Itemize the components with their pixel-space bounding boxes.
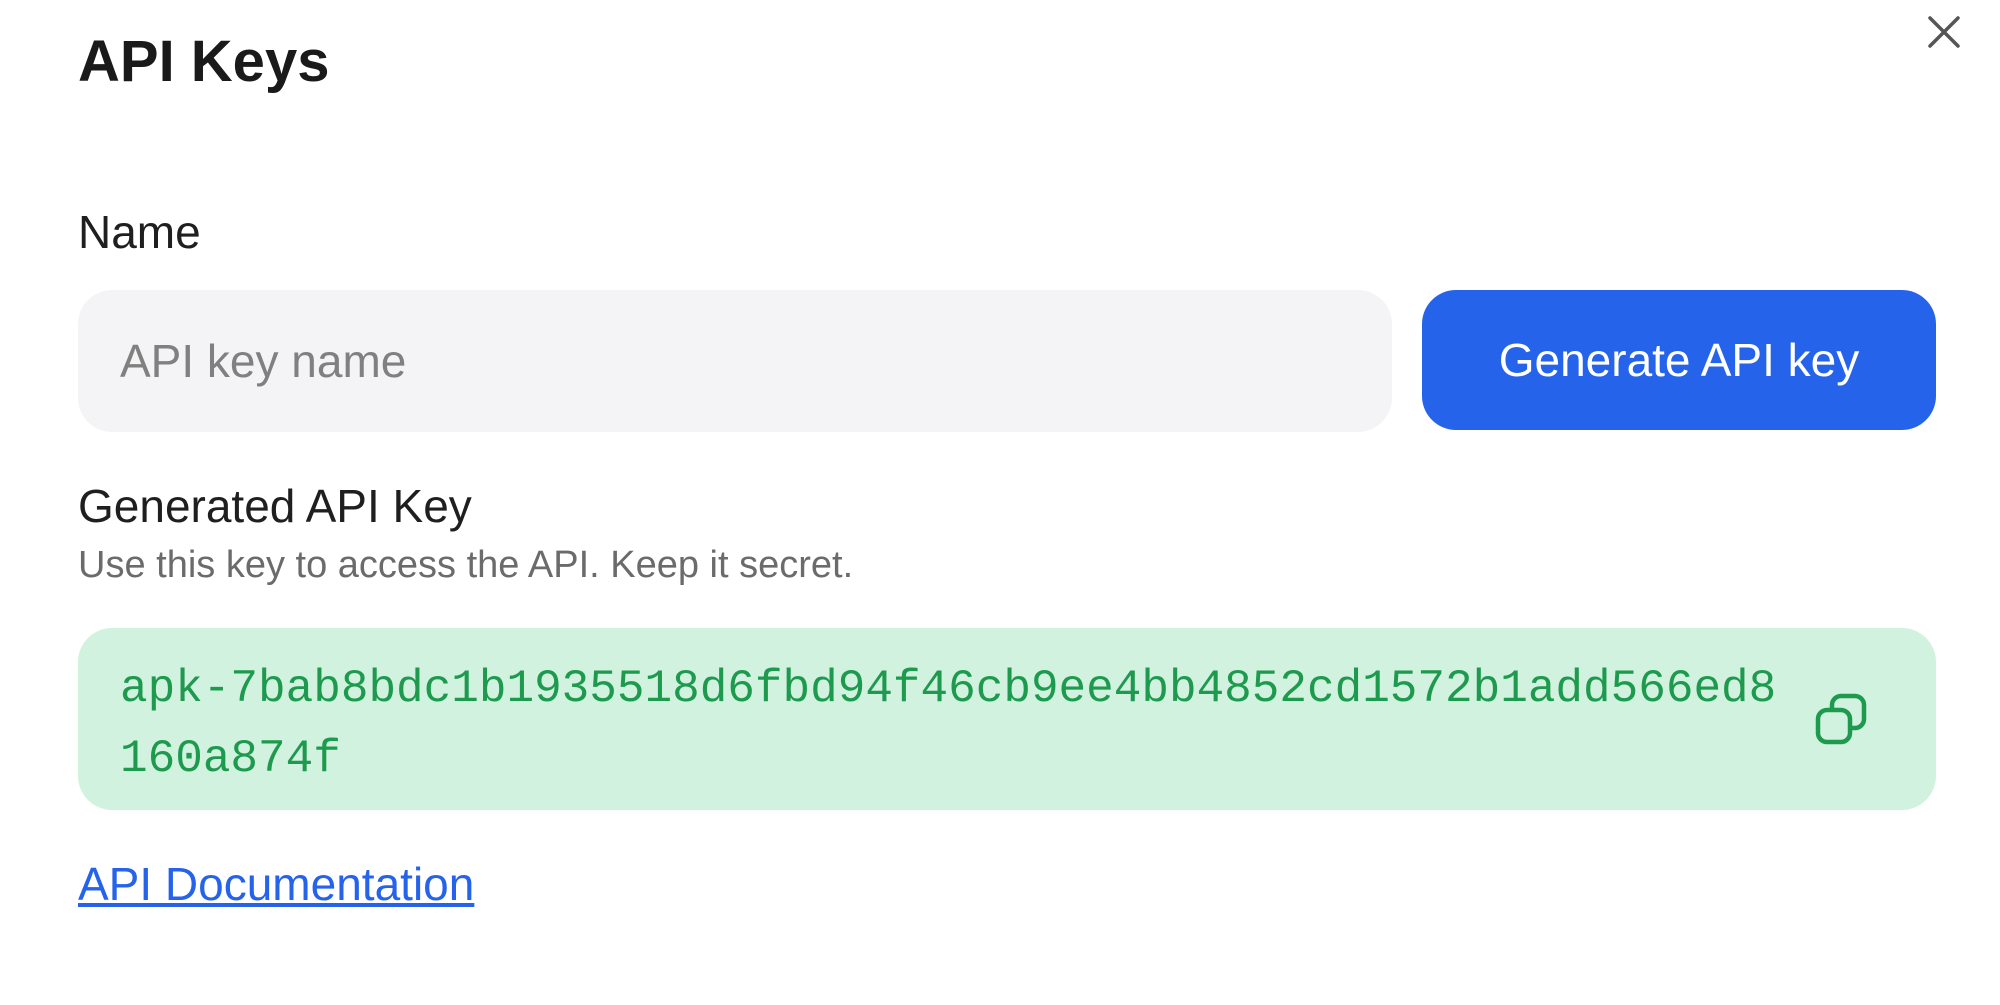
generated-api-key-label: Generated API Key [78, 480, 472, 532]
generate-api-key-button[interactable]: Generate API key [1422, 290, 1936, 430]
copy-button[interactable] [1810, 688, 1874, 752]
dialog-title: API Keys [78, 29, 330, 94]
api-documentation-link[interactable]: API Documentation [78, 854, 474, 914]
generated-api-key-value: apk-7bab8bdc1b1935518d6fbd94f46cb9ee4bb4… [120, 663, 1777, 785]
copy-icon [1815, 693, 1867, 745]
name-label: Name [78, 206, 201, 258]
api-keys-dialog: API Keys Name Generate API key Generated… [0, 0, 2000, 1005]
api-key-name-input[interactable] [78, 290, 1392, 432]
generated-api-key-helper-text: Use this key to access the API. Keep it … [78, 544, 854, 586]
close-button[interactable] [1918, 6, 1970, 58]
close-icon [1928, 16, 1960, 48]
generated-api-key-box: apk-7bab8bdc1b1935518d6fbd94f46cb9ee4bb4… [78, 628, 1936, 810]
